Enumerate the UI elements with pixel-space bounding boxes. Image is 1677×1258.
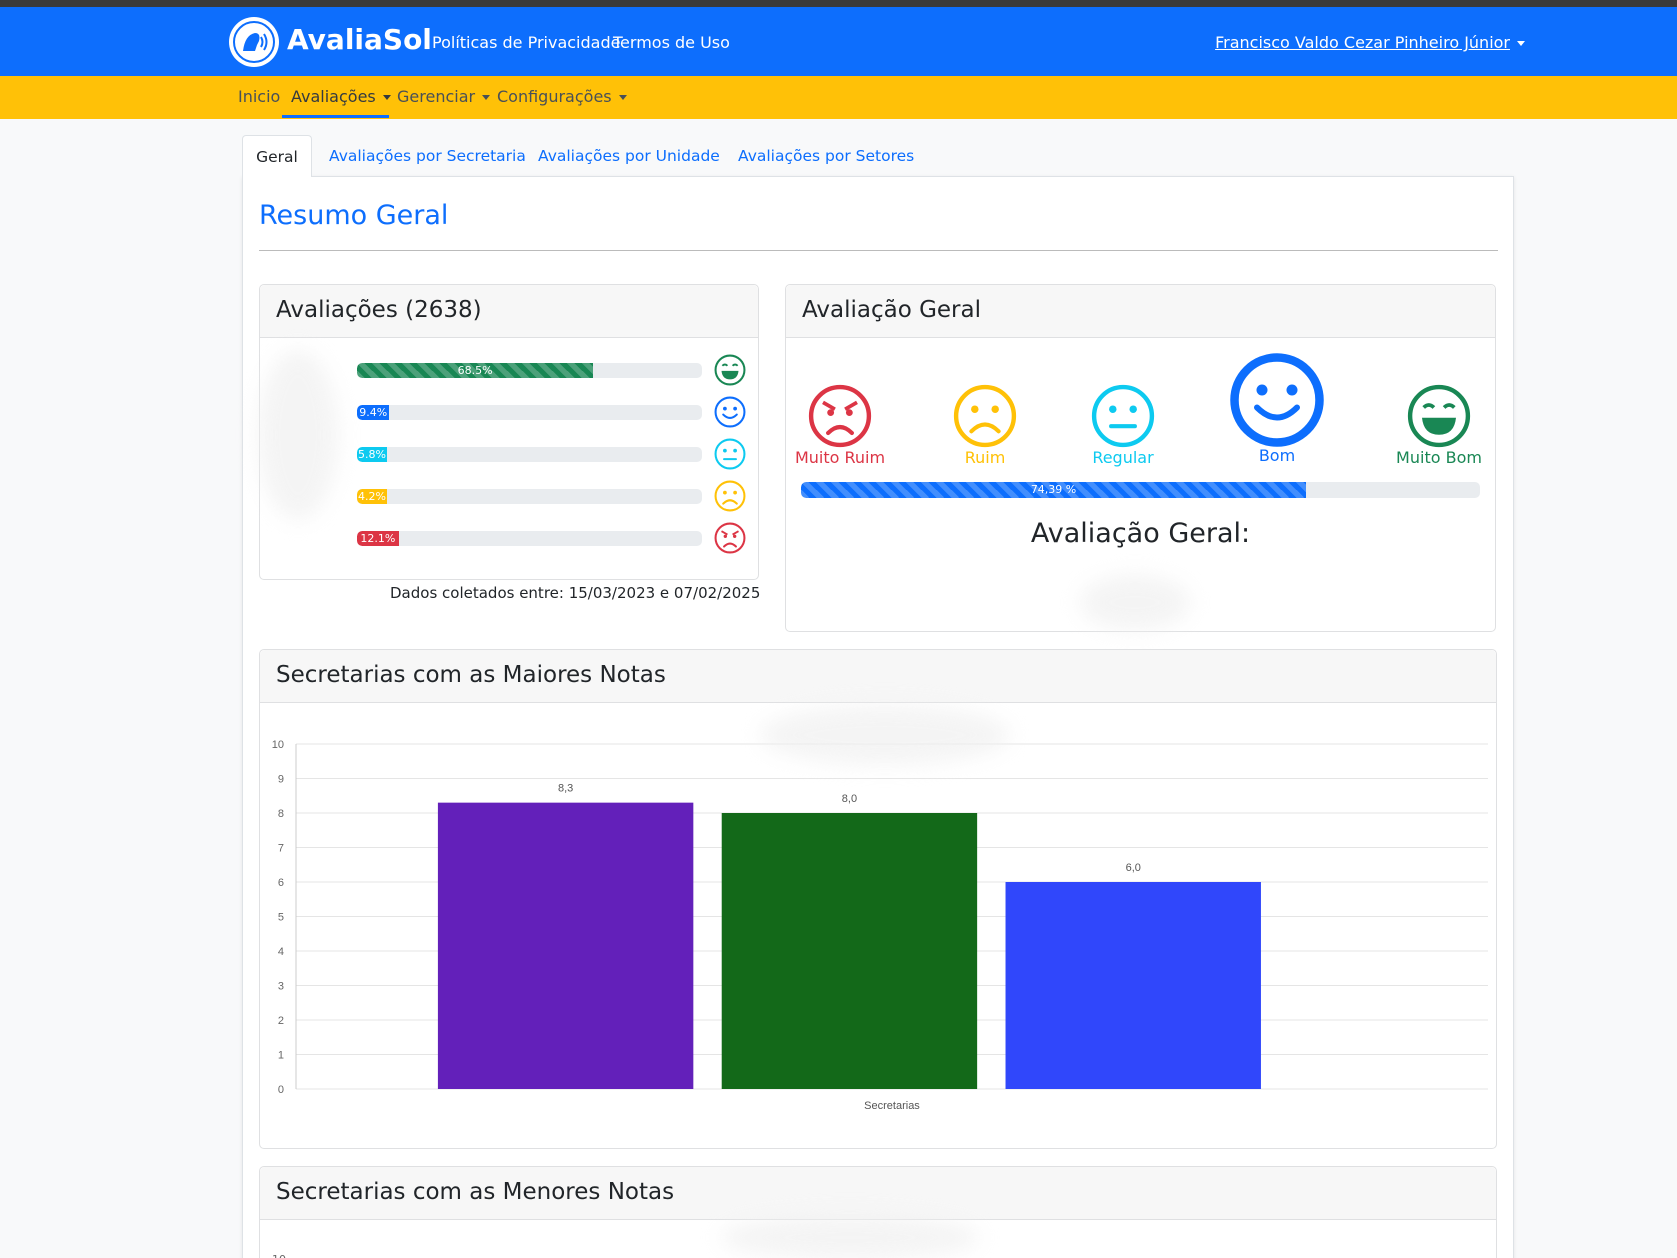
rating-face-regular: Regular (1063, 382, 1183, 467)
divider (259, 250, 1498, 251)
rating-face-label: Regular (1092, 448, 1154, 467)
y-tick-label: 8 (278, 808, 284, 820)
rating-progress-fill: 12.1% (357, 531, 399, 546)
bar-value-label: 8,0 (842, 793, 857, 805)
chevron-down-icon (1517, 41, 1525, 46)
rating-face-label: Ruim (964, 448, 1006, 467)
subnav-item-gerenciar[interactable]: Gerenciar (397, 87, 491, 106)
y-tick-label: 2 (278, 1015, 284, 1027)
tab-por-secretaria[interactable]: Avaliações por Secretaria (329, 135, 526, 177)
bar-value-label: 6,0 (1126, 862, 1141, 874)
frown-icon (925, 382, 1045, 450)
x-axis-label: Secretarias (864, 1100, 920, 1112)
redacted-area (258, 350, 338, 520)
rating-face-muito-ruim: Muito Ruim (780, 382, 900, 467)
redacted-legend-area (720, 1215, 980, 1258)
rating-progress-bar: 12.1% (357, 531, 702, 546)
data-period-note: Dados coletados entre: 15/03/2023 e 07/0… (390, 584, 761, 602)
tab-geral[interactable]: Geral (242, 135, 312, 177)
tab-por-unidade[interactable]: Avaliações por Unidade (538, 135, 720, 177)
y-tick-label: 10 (272, 739, 284, 751)
bar-value-label: 8,3 (558, 783, 573, 795)
overall-progress-fill: 74,39 % (801, 482, 1307, 498)
chevron-down-icon (382, 95, 391, 100)
y-tick-label: 9 (278, 774, 284, 786)
chart-bar (1005, 882, 1261, 1089)
subnav-label: Avaliações (291, 87, 376, 106)
card-title: Secretarias com as Menores Notas (276, 1179, 675, 1205)
rating-face-label: Muito Ruim (794, 448, 886, 467)
chart-bar (437, 802, 694, 1089)
card-header: Avaliações (2638) (260, 285, 758, 338)
active-indicator (282, 115, 389, 118)
y-tick-label: 5 (278, 912, 284, 924)
card-title: Avaliações (2638) (276, 297, 482, 323)
y-tick-label: 3 (278, 981, 284, 993)
angry-icon (780, 382, 900, 450)
redacted-legend-area (760, 705, 1010, 765)
terms-of-use-link[interactable]: Termos de Uso (613, 33, 730, 52)
smile-icon (1217, 350, 1337, 450)
rating-face-label: Muito Bom (1396, 448, 1482, 467)
window-top-strip (0, 0, 1677, 7)
card-header: Secretarias com as Maiores Notas (260, 650, 1496, 703)
y-tick-label: 7 (278, 843, 284, 855)
grin-icon (713, 353, 747, 387)
user-name: Francisco Valdo Cezar Pinheiro Júnior (1215, 33, 1510, 52)
neutral-icon (1063, 382, 1183, 450)
brand-name[interactable]: AvaliaSol (287, 23, 432, 56)
y-tick-label: 10 (272, 1253, 286, 1258)
rating-face-bom: Bom (1217, 350, 1337, 465)
subnav-label: Gerenciar (397, 87, 476, 106)
card-title: Secretarias com as Maiores Notas (276, 662, 666, 688)
chevron-down-icon (482, 95, 491, 100)
tab-por-setores[interactable]: Avaliações por Setores (738, 135, 914, 177)
chevron-down-icon (618, 95, 627, 100)
overall-rating-label: Avaliação Geral: (1030, 518, 1251, 549)
rating-progress-fill: 9.4% (357, 405, 390, 420)
grin-icon (1379, 382, 1499, 450)
rating-progress-bar: 5.8% (357, 447, 702, 462)
redacted-area (1080, 575, 1190, 630)
page-title: Resumo Geral (259, 200, 449, 231)
avaliasol-logo-icon[interactable] (229, 17, 279, 67)
y-tick-label: 0 (278, 1084, 284, 1096)
rating-progress-bar: 68.5% (357, 363, 702, 378)
y-tick-label: 4 (278, 946, 284, 958)
card-title: Avaliação Geral (802, 297, 982, 323)
rating-progress-bar: 4.2% (357, 489, 702, 504)
rating-progress-fill: 5.8% (357, 447, 387, 462)
smile-icon (713, 395, 747, 429)
user-menu[interactable]: Francisco Valdo Cezar Pinheiro Júnior (1215, 33, 1525, 52)
neutral-icon (713, 437, 747, 471)
overall-progress-bar: 74,39 % (801, 482, 1480, 498)
angry-icon (713, 521, 747, 555)
subnav-item-configuracoes[interactable]: Configurações (497, 87, 627, 106)
rating-progress-fill: 68.5% (357, 363, 594, 378)
privacy-policy-link[interactable]: Políticas de Privacidade (432, 33, 620, 52)
frown-icon (713, 479, 747, 513)
y-tick-label: 6 (278, 877, 284, 889)
rating-face-ruim: Ruim (925, 382, 1045, 467)
rating-progress-fill: 4.2% (357, 489, 387, 504)
rating-face-muito-bom: Muito Bom (1379, 382, 1499, 467)
subnav-item-inicio[interactable]: Inicio (238, 87, 280, 106)
maiores-notas-chart: 0 1 2 3 4 5 6 7 8 9 10 8,3 8,0 6,0 Secretarias (272, 739, 1488, 1112)
rating-progress-bar: 9.4% (357, 405, 702, 420)
chart-bar (721, 813, 978, 1089)
y-tick-label: 1 (278, 1050, 284, 1062)
subnav-item-avaliacoes[interactable]: Avaliações (291, 87, 391, 106)
sub-navbar: Inicio Avaliações Gerenciar Configuraçõe… (0, 76, 1677, 119)
top-navbar: AvaliaSol Políticas de Privacidade Termo… (0, 7, 1677, 76)
subnav-label: Configurações (497, 87, 612, 106)
card-header: Avaliação Geral (786, 285, 1495, 338)
card-header: Secretarias com as Menores Notas (260, 1167, 1496, 1220)
